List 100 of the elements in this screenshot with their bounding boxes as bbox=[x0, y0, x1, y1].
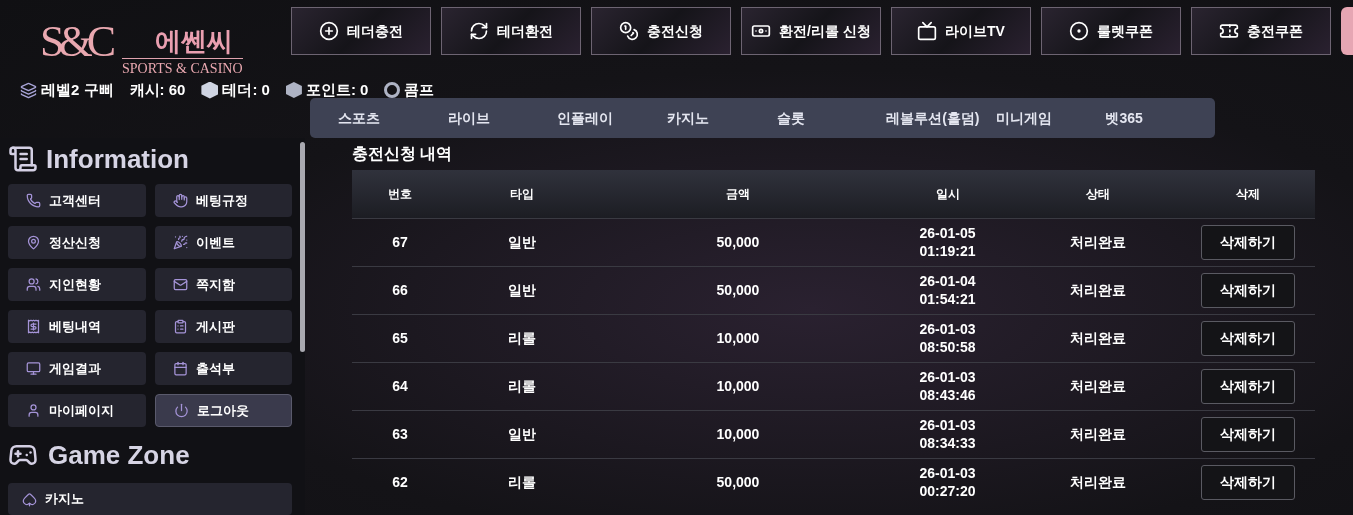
phone-icon bbox=[26, 193, 41, 208]
users-icon bbox=[26, 277, 41, 292]
sidebar-menu-button[interactable]: 게임결과 bbox=[8, 352, 146, 385]
monitor-icon bbox=[26, 361, 41, 376]
layers-icon bbox=[20, 81, 37, 99]
tv-icon bbox=[917, 21, 938, 41]
sidebar-menu-button[interactable]: 베팅규정 bbox=[154, 184, 292, 217]
date-text: 26-01-05 bbox=[918, 224, 977, 242]
ticket-icon bbox=[1219, 21, 1239, 41]
delete-button[interactable]: 삭제하기 bbox=[1201, 224, 1295, 260]
party-icon bbox=[172, 235, 188, 250]
table-cell: 66 bbox=[352, 266, 448, 314]
column-header: 상태 bbox=[1015, 170, 1181, 218]
coin-exchange-icon bbox=[469, 21, 489, 41]
table-cell: 리롤 bbox=[448, 458, 596, 506]
date-text: 26-01-03 bbox=[918, 368, 977, 386]
sidebar-menu-button[interactable]: 베팅내역 bbox=[8, 310, 146, 343]
table-cell: 50,000 bbox=[596, 218, 880, 266]
scrollbar-thumb[interactable] bbox=[300, 142, 305, 352]
logo-tagline: SPORTS & CASINO bbox=[122, 58, 243, 78]
table-cell: 50,000 bbox=[596, 458, 880, 506]
date-text: 26-01-03 bbox=[918, 464, 977, 483]
board-icon bbox=[172, 319, 188, 334]
nav-link[interactable]: 레볼루션(홀덤) bbox=[886, 107, 996, 129]
nav-link[interactable]: 라이브 bbox=[447, 107, 558, 129]
column-header: 번호 bbox=[352, 170, 448, 218]
top-menu-button[interactable]: 충전신청 bbox=[591, 7, 731, 55]
table-cell: 일반 bbox=[448, 218, 596, 266]
user-icon bbox=[26, 403, 41, 418]
sidebar-menu-button[interactable]: 로그아웃 bbox=[154, 394, 292, 427]
nav-link[interactable]: 벳365 bbox=[1105, 107, 1215, 129]
time-text: 00:27:20 bbox=[918, 482, 977, 501]
table-cell: 처리완료 bbox=[1015, 314, 1181, 362]
hand-icon bbox=[172, 193, 188, 208]
table-cell: 일반 bbox=[448, 410, 596, 458]
delete-button[interactable]: 삭제하기 bbox=[1201, 416, 1295, 452]
sidebar-menu-button[interactable]: 출석부 bbox=[154, 352, 292, 385]
date-text: 26-01-04 bbox=[918, 272, 977, 290]
power-icon bbox=[173, 403, 189, 418]
nav-link[interactable]: 스포츠 bbox=[338, 107, 448, 129]
status-text: 레벨2 구삐 bbox=[41, 79, 114, 100]
table-cell: 처리완료 bbox=[1015, 218, 1181, 266]
logo-monogram: S&C bbox=[40, 16, 111, 68]
top-menu-button[interactable]: 테더환전 bbox=[441, 7, 581, 55]
sidebar-menu-button[interactable]: 게시판 bbox=[154, 310, 292, 343]
pin-icon bbox=[26, 235, 41, 250]
nav-link[interactable]: 인플레이 bbox=[557, 107, 667, 129]
nav-link[interactable]: 슬롯 bbox=[776, 107, 887, 129]
column-header: 타입 bbox=[448, 170, 596, 218]
sidebar-menu-button[interactable]: 쪽지함 bbox=[154, 268, 292, 301]
column-header: 금액 bbox=[596, 170, 880, 218]
date-text: 26-01-03 bbox=[918, 416, 977, 434]
table-cell: 65 bbox=[352, 314, 448, 362]
section-title: 충전신청 내역 bbox=[352, 144, 454, 164]
table-cell: 처리완료 bbox=[1015, 458, 1181, 506]
date-text: 26-01-03 bbox=[918, 320, 977, 338]
time-text: 08:50:58 bbox=[918, 338, 977, 356]
column-header: 삭제 bbox=[1181, 170, 1315, 218]
status-text: 캐시: 60 bbox=[129, 79, 186, 100]
top-menu-button[interactable]: 충전쿠폰 bbox=[1191, 7, 1331, 55]
coins-icon bbox=[619, 21, 639, 41]
status-text: 포인트: 0 bbox=[305, 79, 369, 100]
table-cell: 50,000 bbox=[596, 266, 880, 314]
column-header: 일시 bbox=[880, 170, 1015, 218]
sidebar-menu-button[interactable]: 마이페이지 bbox=[8, 394, 146, 427]
top-menu-button[interactable]: 테더충전 bbox=[291, 7, 431, 55]
top-menu-button[interactable]: 룰렛쿠폰 bbox=[1041, 7, 1181, 55]
table-cell: 62 bbox=[352, 458, 448, 506]
table-cell: 10,000 bbox=[596, 362, 880, 410]
coin-plus-icon bbox=[319, 21, 339, 41]
table-cell: 67 bbox=[352, 218, 448, 266]
time-text: 01:19:21 bbox=[918, 242, 977, 260]
table-cell: 처리완료 bbox=[1015, 362, 1181, 410]
top-menu-button[interactable]: 라이브TV bbox=[891, 7, 1031, 55]
delete-button[interactable]: 삭제하기 bbox=[1201, 368, 1295, 404]
delete-button[interactable]: 삭제하기 bbox=[1201, 464, 1295, 500]
sidebar-menu-button[interactable]: 카지노 bbox=[8, 483, 292, 515]
table-cell: 64 bbox=[352, 362, 448, 410]
document-icon bbox=[8, 144, 38, 174]
sidebar-heading: Information bbox=[46, 142, 189, 176]
table-cell: 처리완료 bbox=[1015, 410, 1181, 458]
table-cell: 10,000 bbox=[596, 410, 880, 458]
sidebar-menu-button[interactable]: 정산신청 bbox=[8, 226, 146, 259]
time-text: 08:43:46 bbox=[918, 386, 977, 404]
top-menu-button[interactable]: 환전/리롤 신청 bbox=[741, 7, 881, 55]
sidebar-menu-button[interactable]: 지인현황 bbox=[8, 268, 146, 301]
delete-button[interactable]: 삭제하기 bbox=[1201, 320, 1295, 356]
calendar-icon bbox=[172, 361, 188, 376]
sidebar-heading: Game Zone bbox=[48, 438, 190, 472]
table-cell: 처리완료 bbox=[1015, 266, 1181, 314]
sidebar-menu-button[interactable]: 고객센터 bbox=[8, 184, 146, 217]
time-text: 01:54:21 bbox=[918, 290, 977, 308]
table-cell: 63 bbox=[352, 410, 448, 458]
mail-icon bbox=[172, 277, 188, 292]
delete-button[interactable]: 삭제하기 bbox=[1201, 272, 1295, 308]
time-text: 08:34:33 bbox=[918, 434, 977, 452]
sidebar-menu-button[interactable]: 이벤트 bbox=[154, 226, 292, 259]
table-cell: 10,000 bbox=[596, 314, 880, 362]
nav-link[interactable]: 미니게임 bbox=[995, 107, 1106, 129]
nav-link[interactable]: 카지노 bbox=[666, 107, 777, 129]
